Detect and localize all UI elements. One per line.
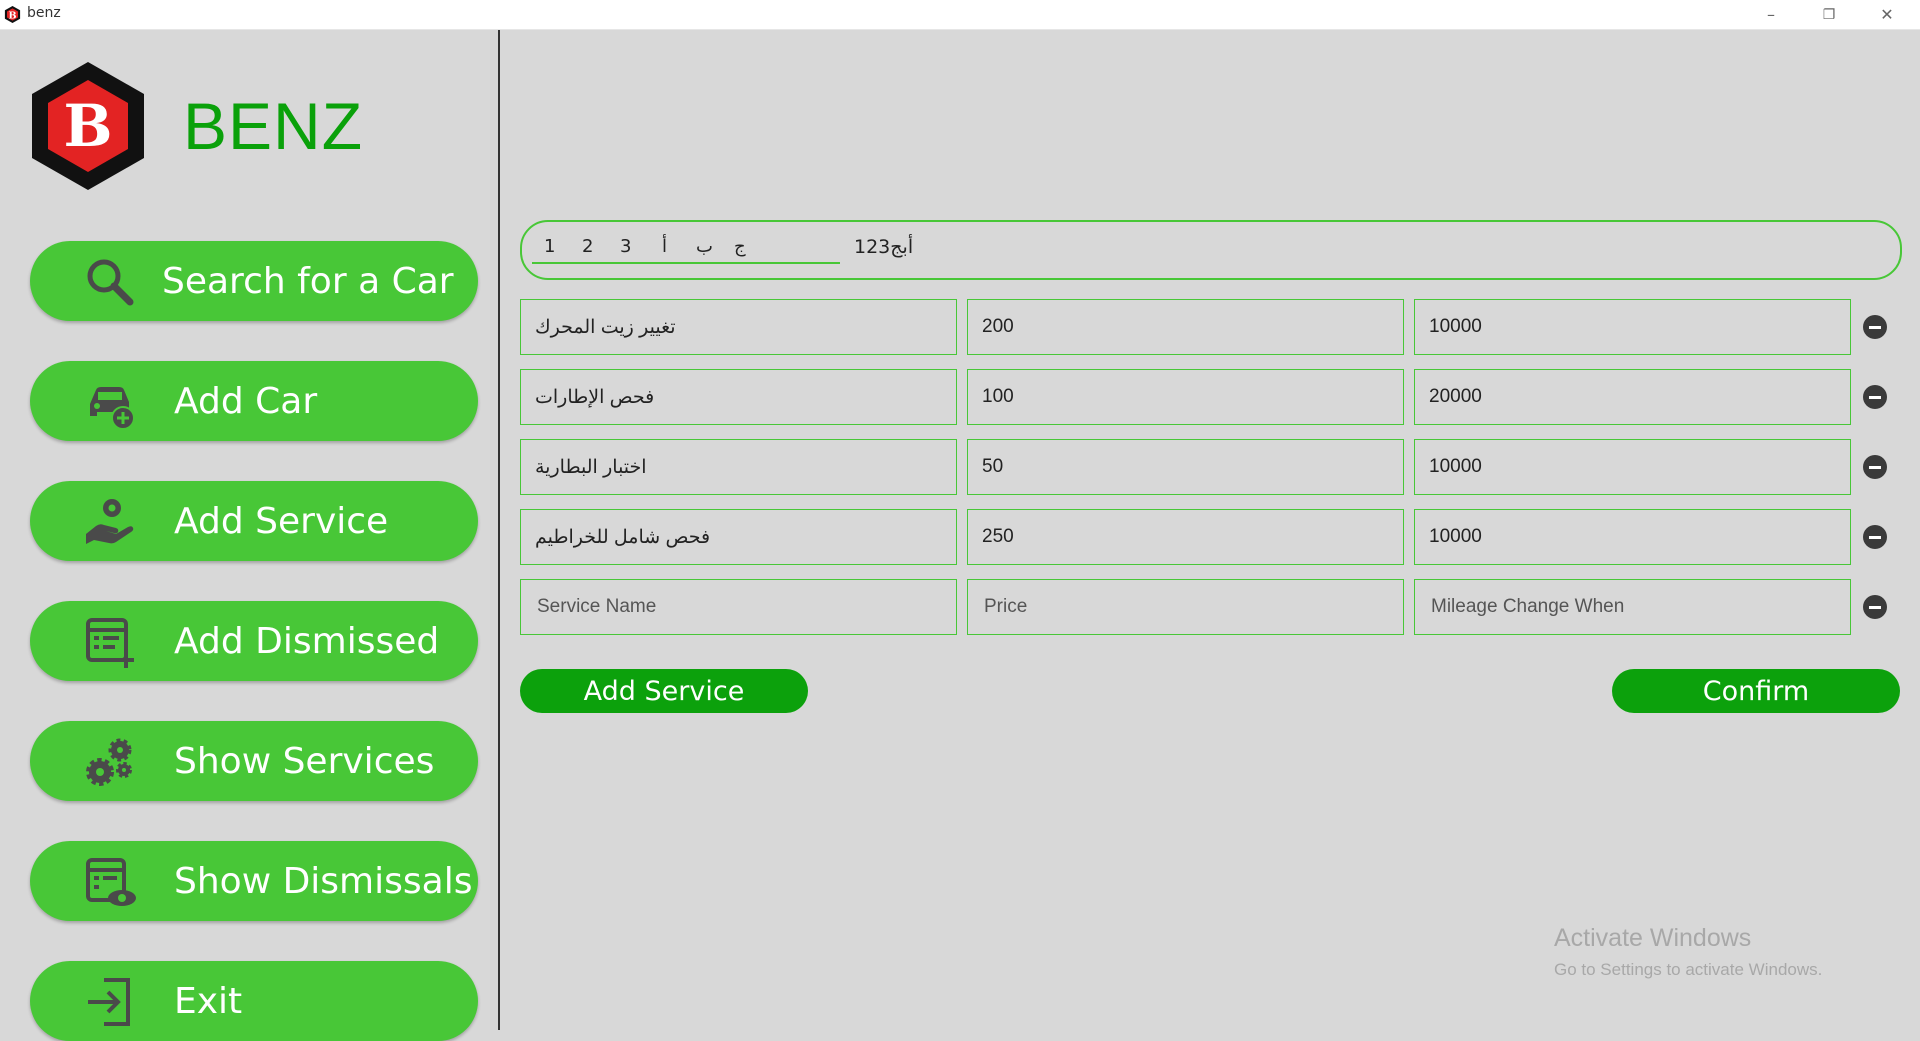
remove-row-button[interactable] — [1863, 525, 1887, 549]
search-icon — [87, 259, 134, 306]
service-name-field[interactable]: فحص الإطارات — [520, 369, 957, 425]
mileage-field[interactable]: 10000 — [1414, 439, 1851, 495]
view-list-icon — [86, 858, 136, 906]
service-name-field[interactable]: اختبار البطارية — [520, 439, 957, 495]
mileage-field[interactable]: 10000 — [1414, 509, 1851, 565]
service-hand-icon — [86, 499, 134, 544]
brand-name: BENZ — [183, 89, 364, 163]
sidebar-item-show-dismissals[interactable]: Show Dismissals — [30, 841, 478, 921]
tab-2[interactable]: 2 — [582, 236, 593, 257]
price-value: 100 — [982, 386, 1014, 407]
mileage-field[interactable]: 10000 — [1414, 299, 1851, 355]
mileage-value: 10000 — [1429, 526, 1482, 547]
mileage-field[interactable]: 20000 — [1414, 369, 1851, 425]
minimize-button[interactable]: – — [1742, 0, 1800, 29]
tab-alef[interactable]: أ — [662, 236, 667, 257]
tab-underline — [532, 262, 840, 264]
mileage-value: 10000 — [1429, 456, 1482, 477]
price-value: 250 — [982, 526, 1014, 547]
new-price-field[interactable] — [967, 579, 1404, 635]
service-name-value: فحص شامل للخراطيم — [535, 526, 711, 548]
svg-text:B: B — [8, 10, 16, 21]
new-mileage-field[interactable] — [1414, 579, 1851, 635]
app-logo-icon: B — [4, 5, 21, 24]
add-list-icon — [86, 618, 134, 668]
sidebar-item-exit[interactable]: Exit — [30, 961, 478, 1041]
sidebar-item-add-dismissed[interactable]: Add Dismissed — [30, 601, 478, 681]
mileage-value: 10000 — [1429, 316, 1482, 337]
mileage-input[interactable] — [1429, 595, 1836, 619]
remove-row-button[interactable] — [1863, 385, 1887, 409]
service-name-value: تغيير زيت المحرك — [535, 316, 676, 338]
svg-text:B: B — [63, 92, 112, 160]
tab-ba[interactable]: ب — [696, 236, 713, 257]
sidebar-item-label: Show Dismissals — [174, 860, 473, 902]
price-field[interactable]: 200 — [967, 299, 1404, 355]
tab-title: أبج123 — [854, 236, 914, 258]
add-car-icon — [90, 387, 135, 430]
service-name-input[interactable] — [535, 595, 942, 619]
tab-bar: 1 2 3 أ ب ج أبج123 — [520, 220, 1902, 280]
sidebar-item-label: Search for a Car — [162, 260, 454, 302]
confirm-button[interactable]: Confirm — [1612, 669, 1900, 713]
price-value: 200 — [982, 316, 1014, 337]
exit-icon — [88, 978, 130, 1026]
price-field[interactable]: 250 — [967, 509, 1404, 565]
remove-row-button[interactable] — [1863, 455, 1887, 479]
new-service-name-field[interactable] — [520, 579, 957, 635]
close-button[interactable]: ✕ — [1858, 0, 1916, 29]
sidebar-item-show-services[interactable]: Show Services — [30, 721, 478, 801]
window-title: benz — [27, 5, 61, 21]
service-name-field[interactable]: تغيير زيت المحرك — [520, 299, 957, 355]
tab-1[interactable]: 1 — [544, 236, 555, 257]
sidebar-item-label: Exit — [174, 980, 243, 1022]
remove-row-button[interactable] — [1863, 595, 1887, 619]
tab-3[interactable]: 3 — [620, 236, 631, 257]
mileage-value: 20000 — [1429, 386, 1482, 407]
activate-windows-title: Activate Windows — [1554, 924, 1752, 952]
sidebar-item-add-service[interactable]: Add Service — [30, 481, 478, 561]
sidebar-item-add-car[interactable]: Add Car — [30, 361, 478, 441]
price-value: 50 — [982, 456, 1004, 477]
restore-button[interactable]: ❐ — [1800, 0, 1858, 29]
sidebar: B BENZ Search for a Car Add Car Add Serv… — [0, 30, 500, 1041]
service-name-value: اختبار البطارية — [535, 456, 647, 478]
price-input[interactable] — [982, 595, 1389, 619]
sidebar-item-label: Add Dismissed — [174, 620, 440, 662]
gears-icon — [86, 738, 132, 786]
main-panel: 1 2 3 أ ب ج أبج123 تغيير زيت المحرك 200 … — [500, 30, 1920, 1030]
service-name-value: فحص الإطارات — [535, 386, 655, 408]
add-service-button[interactable]: Add Service — [520, 669, 808, 713]
sidebar-item-label: Show Services — [174, 740, 435, 782]
price-field[interactable]: 50 — [967, 439, 1404, 495]
title-bar: B benz – ❐ ✕ — [0, 0, 1920, 30]
activate-windows-hint: Go to Settings to activate Windows. — [1554, 960, 1823, 979]
sidebar-item-label: Add Car — [174, 380, 318, 422]
tab-jeem[interactable]: ج — [734, 236, 746, 257]
service-name-field[interactable]: فحص شامل للخراطيم — [520, 509, 957, 565]
sidebar-item-search-car[interactable]: Search for a Car — [30, 241, 478, 321]
remove-row-button[interactable] — [1863, 315, 1887, 339]
price-field[interactable]: 100 — [967, 369, 1404, 425]
benz-logo: B — [32, 62, 144, 190]
sidebar-item-label: Add Service — [174, 500, 389, 542]
